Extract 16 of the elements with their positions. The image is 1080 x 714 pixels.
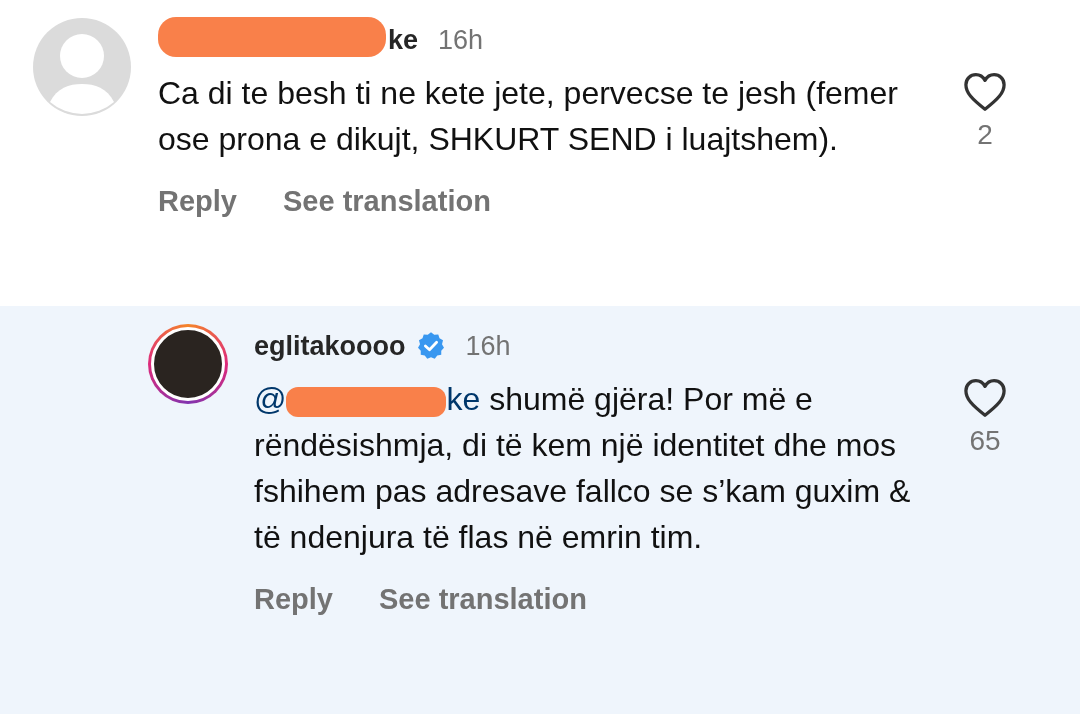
like-count: 2 <box>977 118 993 152</box>
timestamp: 16h <box>438 23 484 57</box>
see-translation-button[interactable]: See translation <box>283 180 491 224</box>
reply-button[interactable]: Reply <box>254 578 333 622</box>
reply-button[interactable]: Reply <box>158 180 237 224</box>
heart-icon[interactable] <box>963 72 1007 112</box>
comment-text: Ca di te besh ti ne kete jete, pervecse te jesh (femer ose prona e dikujt, SHKURT SEND i luajtshem). <box>158 74 899 159</box>
username[interactable]: ke <box>388 19 419 61</box>
mention-link[interactable]: @ <box>254 381 287 417</box>
heart-icon[interactable] <box>963 378 1007 418</box>
comment-text: @ ke shumë gjëra! Por më e rëndësishmja, di të kem një identitet dhe mos fshihem pas adresave fallco se s’kam guxim & të ndenjura të flas në emrin tim. <box>254 380 912 557</box>
username[interactable]: eglitakoooo <box>254 325 406 367</box>
like-count: 65 <box>969 424 1001 458</box>
see-translation-button[interactable]: See translation <box>379 578 587 622</box>
timestamp: 16h <box>465 329 511 363</box>
mention-link[interactable]: ke <box>446 381 481 417</box>
